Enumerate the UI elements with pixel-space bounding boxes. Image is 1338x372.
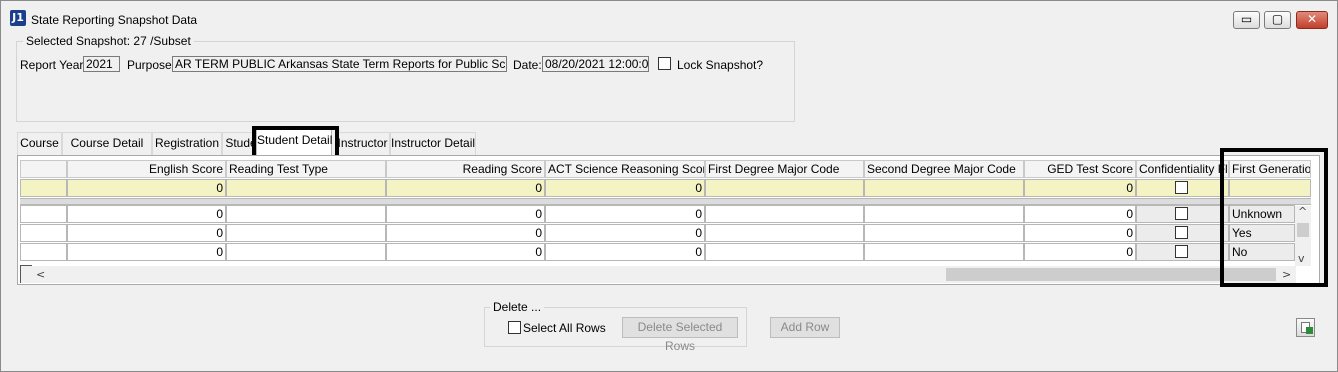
row-selector[interactable] — [20, 224, 67, 242]
add-row-button[interactable]: Add Row — [770, 317, 840, 338]
window-title: State Reporting Snapshot Data — [31, 13, 198, 27]
cell-reading-test-type[interactable] — [226, 205, 386, 223]
delete-selected-rows-button[interactable]: Delete Selected Rows — [622, 317, 738, 353]
tab-instructor-detail[interactable]: Instructor Detail — [390, 132, 476, 155]
export-mark-shape — [1306, 327, 1313, 334]
filter-ged-test-score[interactable]: 0 — [1024, 179, 1136, 197]
cell-first-degree[interactable] — [705, 243, 864, 261]
snapshot-legend: Selected Snapshot: 27 /Subset — [23, 34, 194, 48]
cell-english-score[interactable]: 0 — [67, 205, 226, 223]
header-first-generation[interactable]: First Generation — [1229, 160, 1311, 178]
tab-course-detail[interactable]: Course Detail — [62, 132, 152, 155]
scroll-up-icon[interactable]: ^ — [1298, 205, 1307, 218]
report-year-field[interactable]: 2021 — [83, 56, 120, 72]
header-confidentiality-flag[interactable]: Confidentiality Flag — [1136, 160, 1229, 178]
tab-registration[interactable]: Registration — [152, 132, 222, 155]
cell-second-degree[interactable] — [864, 205, 1024, 223]
dropdown-scroll-thumb[interactable] — [1297, 223, 1309, 237]
horizontal-scroll-thumb[interactable] — [946, 268, 1276, 281]
minimize-icon: ▭ — [1240, 12, 1253, 26]
filter-first-degree[interactable] — [705, 179, 864, 197]
cell-first-generation[interactable]: No — [1229, 243, 1295, 261]
header-act-science-reasoning-score[interactable]: ACT Science Reasoning Score — [545, 160, 705, 178]
cell-first-generation[interactable]: Unknown — [1229, 205, 1295, 223]
app-icon: J1 — [10, 10, 26, 26]
main-window: J1 State Reporting Snapshot Data ▭ ▢ ✕ S… — [0, 0, 1338, 372]
close-button[interactable]: ✕ — [1296, 11, 1328, 29]
cell-english-score[interactable]: 0 — [67, 224, 226, 242]
cell-reading-score[interactable]: 0 — [386, 224, 545, 242]
scroll-left-icon[interactable]: < — [36, 268, 45, 281]
grid-header-selector — [20, 160, 67, 178]
header-english-score[interactable]: English Score — [67, 160, 226, 178]
delete-legend: Delete ... — [490, 300, 545, 314]
filter-act-science[interactable]: 0 — [545, 179, 705, 197]
snapshot-group — [16, 41, 795, 122]
cell-ged-test-score[interactable]: 0 — [1024, 224, 1136, 242]
cell-first-generation[interactable]: Yes — [1229, 224, 1295, 242]
header-first-degree-major-code[interactable]: First Degree Major Code — [705, 160, 864, 178]
purpose-field[interactable]: AR TERM PUBLIC Arkansas State Term Repor… — [172, 56, 507, 72]
tab-course[interactable]: Course — [17, 132, 62, 155]
cell-english-score[interactable]: 0 — [67, 243, 226, 261]
cell-second-degree[interactable] — [864, 243, 1024, 261]
lock-snapshot-label: Lock Snapshot? — [677, 58, 764, 72]
scroll-down-icon[interactable]: v — [1298, 252, 1305, 265]
cell-ged-test-score[interactable]: 0 — [1024, 243, 1136, 261]
cell-first-degree[interactable] — [705, 224, 864, 242]
tab-instructor[interactable]: Instructor — [335, 132, 390, 155]
filter-confidentiality-checkbox[interactable] — [1175, 181, 1188, 194]
maximize-icon: ▢ — [1271, 12, 1284, 26]
purpose-label: Purpose: — [127, 58, 176, 72]
cell-ged-test-score[interactable]: 0 — [1024, 205, 1136, 223]
cell-reading-test-type[interactable] — [226, 243, 386, 261]
header-ged-test-score[interactable]: GED Test Score — [1024, 160, 1136, 178]
date-label: Date: — [513, 58, 542, 72]
export-excel-icon[interactable] — [1296, 318, 1315, 337]
scroll-right-icon[interactable]: > — [1282, 268, 1291, 281]
select-all-rows-label: Select All Rows — [523, 321, 606, 335]
select-all-rows-checkbox[interactable] — [508, 321, 521, 334]
header-reading-score[interactable]: Reading Score — [386, 160, 545, 178]
header-second-degree-major-code[interactable]: Second Degree Major Code — [864, 160, 1024, 178]
filter-second-degree[interactable] — [864, 179, 1024, 197]
cell-reading-score[interactable]: 0 — [386, 205, 545, 223]
title-bar: J1 State Reporting Snapshot Data ▭ ▢ ✕ — [1, 1, 1337, 31]
cell-act-science[interactable]: 0 — [545, 243, 705, 261]
cell-act-science[interactable]: 0 — [545, 205, 705, 223]
cell-reading-test-type[interactable] — [226, 224, 386, 242]
cell-reading-score[interactable]: 0 — [386, 243, 545, 261]
header-reading-test-type[interactable]: Reading Test Type — [226, 160, 386, 178]
confidentiality-checkbox[interactable] — [1175, 245, 1188, 258]
confidentiality-checkbox[interactable] — [1175, 207, 1188, 220]
tab-student-detail[interactable]: Student Detail — [256, 128, 332, 155]
filter-reading-score[interactable]: 0 — [386, 179, 545, 197]
filter-selector — [20, 179, 67, 197]
filter-reading-test-type[interactable] — [226, 179, 386, 197]
report-year-label: Report Year: — [20, 58, 87, 72]
minimize-button[interactable]: ▭ — [1233, 11, 1260, 29]
filter-english-score[interactable]: 0 — [67, 179, 226, 197]
row-selector[interactable] — [20, 243, 67, 261]
filter-separator — [20, 198, 1311, 205]
cell-second-degree[interactable] — [864, 224, 1024, 242]
row-selector[interactable] — [20, 205, 67, 223]
maximize-button[interactable]: ▢ — [1264, 11, 1291, 29]
date-field[interactable]: 08/20/2021 12:00:00 — [542, 56, 649, 72]
cell-act-science[interactable]: 0 — [545, 224, 705, 242]
close-icon: ✕ — [1306, 12, 1318, 26]
confidentiality-checkbox[interactable] — [1175, 226, 1188, 239]
lock-snapshot-checkbox[interactable] — [658, 57, 671, 70]
cell-first-degree[interactable] — [705, 205, 864, 223]
filter-first-generation[interactable] — [1229, 179, 1311, 197]
